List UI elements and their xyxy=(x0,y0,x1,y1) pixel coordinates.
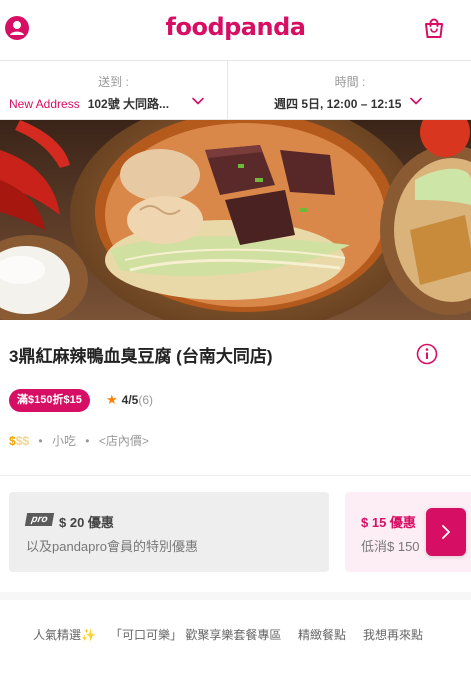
delivery-bar: 送到 : New Address 102號 大同路... 時間 : 週四 5日, … xyxy=(0,60,471,120)
delivery-address-selector[interactable]: 送到 : New Address 102號 大同路... xyxy=(0,61,228,119)
deliver-to-label: 送到 : xyxy=(98,75,129,89)
shopping-bag-icon[interactable] xyxy=(423,17,445,39)
menu-category-tabs: 人氣精選✨ 「可口可樂」 歡聚享樂套餐專區 精緻餐點 我想再來點 xyxy=(0,626,471,646)
price-note: <店內價> xyxy=(98,434,149,448)
divider xyxy=(0,475,471,476)
separator-dot: • xyxy=(38,434,43,448)
deals-next-button[interactable] xyxy=(426,508,466,556)
promo-badge: 滿$150折$15 xyxy=(9,389,90,412)
price-level-inactive: $$ xyxy=(15,434,30,448)
time-label: 時間 : xyxy=(334,75,366,89)
tab-coca-cola-combo[interactable]: 「可口可樂」 歡聚享樂套餐專區 xyxy=(110,626,281,643)
pandapro-tag: pro xyxy=(24,513,55,526)
price-level-active: $ xyxy=(9,434,16,448)
chevron-right-icon xyxy=(442,525,450,539)
deal-subtitle: 以及pandapro會員的特別優惠 xyxy=(26,539,198,554)
info-icon[interactable] xyxy=(416,343,438,365)
tab-extras[interactable]: 我想再來點 xyxy=(363,626,423,643)
deal-card-pandapro[interactable]: pro $ 20 優惠 以及pandapro會員的特別優惠 xyxy=(9,492,329,572)
restaurant-hero-image xyxy=(0,120,471,320)
new-address-label: New Address xyxy=(9,97,80,111)
restaurant-meta: $$$ • 小吃 • <店內價> xyxy=(9,432,149,449)
separator-dot: • xyxy=(85,434,90,448)
deal-title: $ 20 優惠 xyxy=(59,515,114,530)
restaurant-name: 3鼎紅麻辣鴨血臭豆腐 (台南大同店) xyxy=(9,347,273,366)
app-header: foodpanda xyxy=(0,0,471,60)
chevron-down-icon xyxy=(410,97,422,105)
deal-subtitle: 低消$ 150 xyxy=(361,539,420,554)
tab-popular[interactable]: 人氣精選✨ xyxy=(33,626,96,643)
cuisine-label: 小吃 xyxy=(51,434,76,448)
star-icon: ★ xyxy=(106,392,118,407)
rating-count: (6) xyxy=(138,393,154,407)
rating[interactable]: ★ 4/5(6) xyxy=(106,392,153,408)
deal-title: $ 15 優惠 xyxy=(361,515,416,530)
foodpanda-logo[interactable]: foodpanda xyxy=(0,13,471,41)
section-divider xyxy=(0,592,471,600)
delivery-time-selector[interactable]: 時間 : 週四 5日, 12:00 – 12:15 xyxy=(229,61,471,119)
time-value: 週四 5日, 12:00 – 12:15 xyxy=(274,97,402,111)
tab-fine-dishes[interactable]: 精緻餐點 xyxy=(298,626,346,643)
address-text: 102號 大同路... xyxy=(87,97,170,111)
chevron-down-icon xyxy=(192,97,204,105)
rating-value: 4/5 xyxy=(121,393,139,407)
